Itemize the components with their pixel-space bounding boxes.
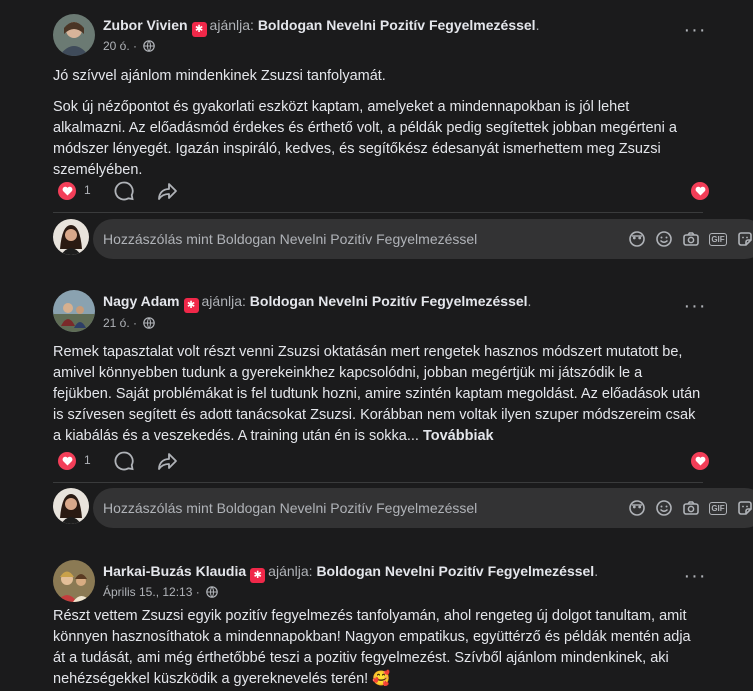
page-name[interactable]: Boldogan Nevelni Pozitív Fegyelmezéssel bbox=[316, 563, 594, 579]
globe-icon bbox=[143, 317, 156, 329]
post-header: Harkai-Buzás Klaudia ✱ ajánlja: Boldogan N… bbox=[103, 563, 599, 583]
author-name[interactable]: Nagy Adam bbox=[103, 293, 180, 309]
like-page-heart-icon[interactable] bbox=[691, 452, 709, 470]
share-icon[interactable] bbox=[156, 450, 178, 472]
reaction-bar: 1 bbox=[53, 180, 709, 204]
comment-composer: Hozzászólás mint Boldogan Nevelni Pozití… bbox=[53, 488, 753, 528]
sticker-icon[interactable] bbox=[735, 229, 753, 249]
author-name[interactable]: Zubor Vivien bbox=[103, 17, 188, 33]
commenter-avatar bbox=[53, 219, 89, 255]
recommends-label: ajánlja: bbox=[209, 17, 254, 33]
page-name[interactable]: Boldogan Nevelni Pozitív Fegyelmezéssel bbox=[250, 293, 528, 309]
reaction-bar: 1 bbox=[53, 450, 709, 474]
recommend-icon: ✱ bbox=[191, 22, 207, 37]
reaction-count[interactable]: 1 bbox=[84, 183, 91, 197]
avatar-sticker-icon[interactable] bbox=[627, 229, 647, 249]
see-more-link[interactable]: Továbbiak bbox=[423, 428, 494, 444]
reaction-count[interactable]: 1 bbox=[84, 453, 91, 467]
recommends-label: ajánlja: bbox=[201, 293, 246, 309]
divider bbox=[53, 212, 703, 213]
post-text: Jó szívvel ajánlom mindenkinek Zsuzsi ta… bbox=[53, 66, 703, 181]
timestamp[interactable]: Április 15., 12:13 bbox=[103, 585, 192, 599]
post-header: Nagy Adam ✱ ajánlja: Boldogan Nevelni Pozi… bbox=[103, 293, 532, 313]
comment-tools: GIF bbox=[627, 229, 753, 249]
love-reaction-icon[interactable] bbox=[58, 452, 76, 470]
recommend-icon: ✱ bbox=[250, 568, 266, 583]
more-options-icon[interactable]: ··· bbox=[683, 296, 707, 325]
page-name[interactable]: Boldogan Nevelni Pozitív Fegyelmezéssel bbox=[258, 17, 536, 33]
paragraph: Sok új nézőpontot és gyakorlati eszközt … bbox=[53, 99, 677, 178]
comment-composer: Hozzászólás mint Boldogan Nevelni Pozití… bbox=[53, 219, 753, 259]
comment-tools: GIF bbox=[627, 498, 753, 518]
comment-input[interactable]: Hozzászólás mint Boldogan Nevelni Pozití… bbox=[93, 488, 753, 528]
post-meta: 21 ó. · bbox=[103, 316, 156, 330]
camera-icon[interactable] bbox=[681, 498, 701, 518]
author-name[interactable]: Harkai-Buzás Klaudia bbox=[103, 563, 246, 579]
paragraph: Részt vettem Zsuzsi egyik pozitív fegyel… bbox=[53, 608, 691, 687]
globe-icon bbox=[206, 586, 218, 598]
timestamp[interactable]: 21 ó. bbox=[103, 316, 130, 330]
more-options-icon[interactable]: ··· bbox=[683, 566, 707, 595]
globe-icon bbox=[143, 40, 156, 52]
avatar[interactable] bbox=[53, 290, 95, 332]
commenter-avatar bbox=[53, 488, 89, 524]
comment-placeholder: Hozzászólás mint Boldogan Nevelni Pozití… bbox=[103, 231, 478, 247]
camera-icon[interactable] bbox=[681, 229, 701, 249]
avatar[interactable] bbox=[53, 14, 95, 56]
gif-icon[interactable]: GIF bbox=[708, 229, 728, 249]
paragraph: Remek tapasztalat volt részt venni Zsuzs… bbox=[53, 342, 703, 447]
post-meta: Április 15., 12:13 · bbox=[103, 585, 218, 599]
more-options-icon[interactable]: ··· bbox=[683, 20, 707, 49]
paragraph-text: Remek tapasztalat volt részt venni Zsuzs… bbox=[53, 344, 701, 444]
recommendations-feed: Zubor Vivien ✱ ajánlja: Boldogan Nevelni P… bbox=[0, 0, 753, 691]
post-meta: 20 ó. · bbox=[103, 39, 156, 53]
recommends-label: ajánlja: bbox=[268, 563, 313, 579]
post-header: Zubor Vivien ✱ ajánlja: Boldogan Nevelni P… bbox=[103, 17, 540, 37]
avatar-sticker-icon[interactable] bbox=[627, 498, 647, 518]
divider bbox=[53, 482, 703, 483]
love-reaction-icon[interactable] bbox=[58, 182, 76, 200]
comment-icon[interactable] bbox=[113, 450, 135, 472]
post-text: Részt vettem Zsuzsi egyik pozitív fegyel… bbox=[53, 606, 703, 690]
comment-placeholder: Hozzászólás mint Boldogan Nevelni Pozití… bbox=[103, 500, 478, 516]
comment-input[interactable]: Hozzászólás mint Boldogan Nevelni Pozití… bbox=[93, 219, 753, 259]
like-page-heart-icon[interactable] bbox=[691, 182, 709, 200]
paragraph: Jó szívvel ajánlom mindenkinek Zsuzsi ta… bbox=[53, 68, 386, 84]
timestamp[interactable]: 20 ó. bbox=[103, 39, 130, 53]
post-text: Remek tapasztalat volt részt venni Zsuzs… bbox=[53, 342, 703, 447]
recommend-icon: ✱ bbox=[183, 298, 199, 313]
gif-icon[interactable]: GIF bbox=[708, 498, 728, 518]
sticker-icon[interactable] bbox=[735, 498, 753, 518]
comment-icon[interactable] bbox=[113, 180, 135, 202]
emoji-icon[interactable] bbox=[654, 498, 674, 518]
avatar[interactable] bbox=[53, 560, 95, 602]
emoji-icon[interactable] bbox=[654, 229, 674, 249]
share-icon[interactable] bbox=[156, 180, 178, 202]
